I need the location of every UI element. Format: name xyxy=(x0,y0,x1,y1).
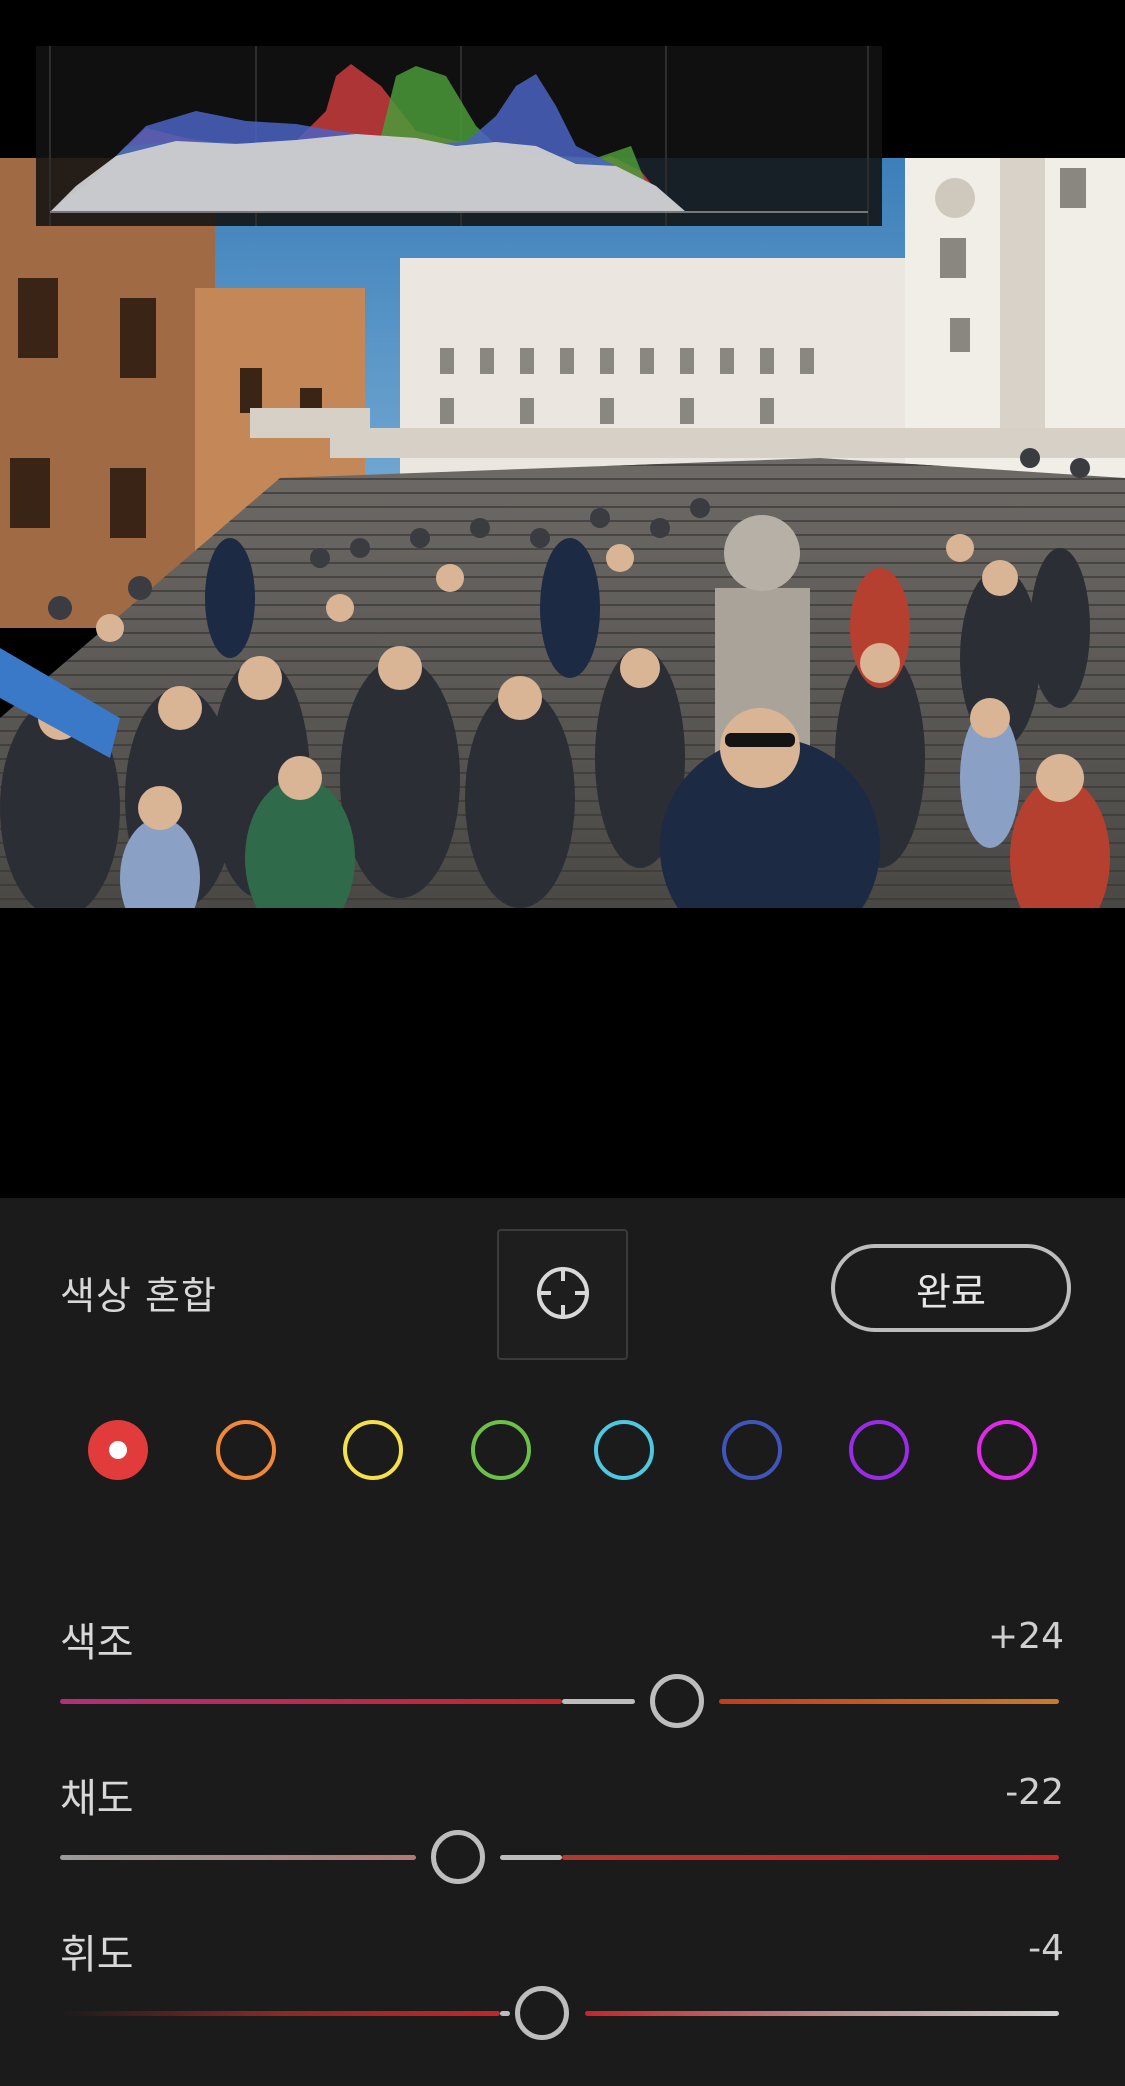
panel-title: 색상 혼합 xyxy=(60,1274,217,1318)
hue-value: +24 xyxy=(988,1616,1064,1657)
luminance-track-left xyxy=(60,2011,500,2016)
swatch-purple[interactable] xyxy=(849,1420,909,1480)
saturation-value: -22 xyxy=(1005,1772,1064,1813)
swatch-yellow[interactable] xyxy=(343,1420,403,1480)
photo-preview xyxy=(0,158,1125,908)
luminance-value: -4 xyxy=(1028,1928,1064,1969)
saturation-track-left xyxy=(60,1855,416,1860)
luminance-thumb[interactable] xyxy=(515,1986,569,2040)
hue-track-left xyxy=(60,1699,562,1704)
saturation-label: 채도 xyxy=(60,1776,134,1822)
swatch-red[interactable] xyxy=(88,1420,148,1480)
saturation-thumb[interactable] xyxy=(431,1830,485,1884)
photo-canvas[interactable] xyxy=(0,0,1125,1198)
target-adjust-icon xyxy=(534,1264,592,1326)
swatch-green[interactable] xyxy=(471,1420,531,1480)
swatch-orange[interactable] xyxy=(216,1420,276,1480)
selected-indicator xyxy=(109,1441,127,1459)
hue-track-right xyxy=(719,1699,1059,1704)
hue-thumb[interactable] xyxy=(650,1674,704,1728)
luminance-track-right xyxy=(585,2011,1059,2016)
swatch-aqua[interactable] xyxy=(594,1420,654,1480)
done-button[interactable]: 완료 xyxy=(831,1244,1071,1332)
swatch-blue[interactable] xyxy=(722,1420,782,1480)
histogram xyxy=(36,46,882,226)
hue-track-fill xyxy=(562,1699,635,1704)
target-adjust-button[interactable] xyxy=(497,1229,628,1360)
luminance-label: 휘도 xyxy=(60,1932,134,1978)
luminance-track-fill xyxy=(500,2011,510,2016)
saturation-track-fill xyxy=(500,1855,562,1860)
saturation-track-right xyxy=(562,1855,1059,1860)
swatch-magenta[interactable] xyxy=(977,1420,1037,1480)
hue-label: 색조 xyxy=(60,1620,134,1666)
